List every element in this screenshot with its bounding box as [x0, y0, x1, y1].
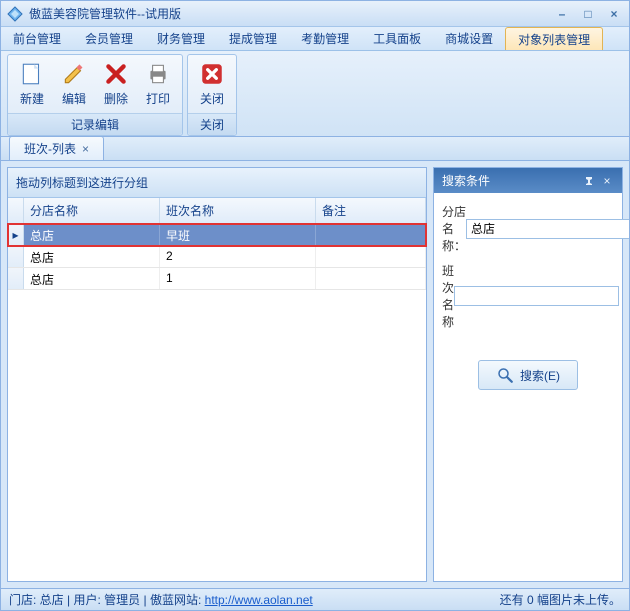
ribbon-group-edit-label: 记录编辑	[8, 113, 182, 135]
website-link[interactable]: http://www.aolan.net	[205, 593, 313, 607]
menu-object-list[interactable]: 对象列表管理	[505, 27, 603, 50]
col-remark[interactable]: 备注	[316, 198, 426, 223]
field-store-name: 分店名称： ▾	[442, 203, 614, 254]
maximize-button[interactable]: □	[579, 7, 597, 21]
menu-attendance[interactable]: 考勤管理	[289, 27, 361, 50]
search-button[interactable]: 搜索(E)	[478, 360, 578, 390]
magnifier-icon	[496, 366, 514, 384]
edit-button[interactable]: 编辑	[53, 58, 95, 110]
search-panel-title: 搜索条件	[442, 172, 578, 189]
work-area: 拖动列标题到这进行分组 分店名称 班次名称 备注 ▸ 总店 早班 总店 2	[1, 161, 629, 588]
shift-name-input[interactable]	[454, 286, 619, 306]
edit-icon	[61, 61, 87, 87]
delete-icon	[103, 61, 129, 87]
system-buttons: – □ ×	[553, 7, 623, 21]
table-row[interactable]: ▸ 总店 早班	[8, 224, 426, 246]
pin-icon[interactable]	[582, 174, 596, 188]
search-panel: 搜索条件 × 分店名称： ▾ 班次名称	[433, 167, 623, 582]
search-body: 分店名称： ▾ 班次名称 搜索(E)	[434, 193, 622, 581]
tab-label: 班次-列表	[24, 140, 76, 157]
grid-rows: ▸ 总店 早班 总店 2 总店 1	[8, 224, 426, 581]
menubar: 前台管理 会员管理 财务管理 提成管理 考勤管理 工具面板 商城设置 对象列表管…	[1, 27, 629, 51]
menu-commission[interactable]: 提成管理	[217, 27, 289, 50]
menu-member[interactable]: 会员管理	[73, 27, 145, 50]
tab-strip: 班次-列表 ×	[1, 137, 629, 161]
ribbon-group-edit: 新建 编辑 删除 打印 记录编辑	[7, 54, 183, 136]
ribbon-group-close-label: 关闭	[188, 113, 236, 135]
app-logo-icon	[7, 6, 23, 22]
minimize-button[interactable]: –	[553, 7, 571, 21]
close-icon	[199, 61, 225, 87]
titlebar: 傲蓝美容院管理软件--试用版 – □ ×	[1, 1, 629, 27]
grid-panel: 拖动列标题到这进行分组 分店名称 班次名称 备注 ▸ 总店 早班 总店 2	[7, 167, 427, 582]
menu-mall[interactable]: 商城设置	[433, 27, 505, 50]
new-icon	[19, 61, 45, 87]
menu-reception[interactable]: 前台管理	[1, 27, 73, 50]
row-indicator-icon: ▸	[8, 224, 24, 245]
panel-close-icon[interactable]: ×	[600, 174, 614, 188]
row-indicator-header	[8, 198, 24, 223]
ribbon: 新建 编辑 删除 打印 记录编辑	[1, 51, 629, 137]
close-button[interactable]: ×	[605, 7, 623, 21]
status-left: 门店: 总店 | 用户: 管理员 | 傲蓝网站: http://www.aola…	[9, 591, 500, 608]
delete-button[interactable]: 删除	[95, 58, 137, 110]
group-by-hint[interactable]: 拖动列标题到这进行分组	[8, 168, 426, 198]
tab-shift-list[interactable]: 班次-列表 ×	[9, 136, 104, 160]
col-shift-name[interactable]: 班次名称	[160, 198, 316, 223]
search-panel-header: 搜索条件 ×	[434, 168, 622, 193]
print-button[interactable]: 打印	[137, 58, 179, 110]
table-row[interactable]: 总店 1	[8, 268, 426, 290]
store-name-combo[interactable]: ▾	[466, 219, 629, 239]
table-row[interactable]: 总店 2	[8, 246, 426, 268]
column-headers: 分店名称 班次名称 备注	[8, 198, 426, 224]
menu-finance[interactable]: 财务管理	[145, 27, 217, 50]
menu-tools[interactable]: 工具面板	[361, 27, 433, 50]
store-name-label: 分店名称：	[442, 203, 466, 254]
col-store-name[interactable]: 分店名称	[24, 198, 160, 223]
print-icon	[145, 61, 171, 87]
field-shift-name: 班次名称	[442, 262, 614, 330]
tab-close-icon[interactable]: ×	[82, 142, 89, 156]
window-title: 傲蓝美容院管理软件--试用版	[29, 5, 553, 22]
status-right: 还有 0 幅图片未上传。	[500, 591, 621, 608]
ribbon-group-close: 关闭 关闭	[187, 54, 237, 136]
shift-name-label: 班次名称	[442, 262, 454, 330]
new-button[interactable]: 新建	[11, 58, 53, 110]
close-tab-button[interactable]: 关闭	[191, 58, 233, 110]
status-bar: 门店: 总店 | 用户: 管理员 | 傲蓝网站: http://www.aola…	[1, 588, 629, 610]
store-name-input[interactable]	[466, 219, 629, 239]
app-window: 傲蓝美容院管理软件--试用版 – □ × 前台管理 会员管理 财务管理 提成管理…	[0, 0, 630, 611]
